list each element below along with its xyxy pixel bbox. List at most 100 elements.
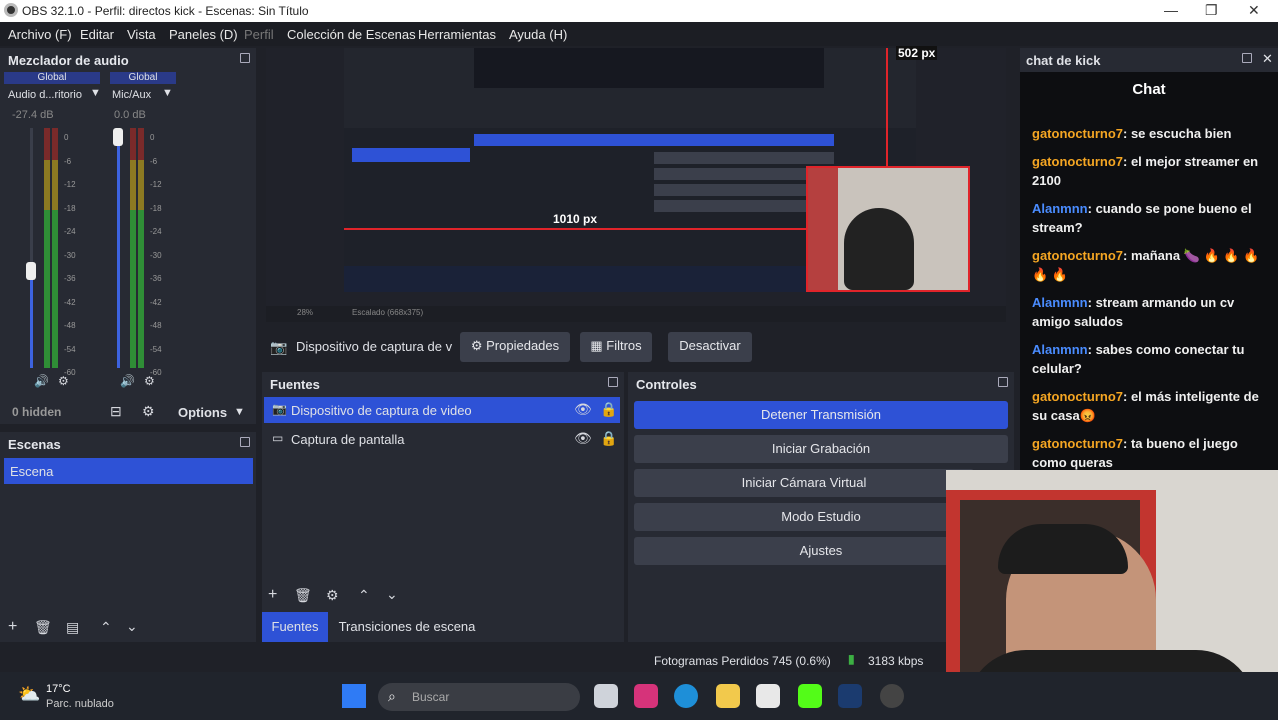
close-icon[interactable]: ✕ (1248, 2, 1260, 19)
tab-sources[interactable]: Fuentes (262, 612, 328, 642)
stop-stream-button[interactable]: Detener Transmisión (634, 401, 1008, 429)
menu-ayuda[interactable]: Ayuda (H) (509, 27, 567, 42)
chat-message: gatonocturno7: mañana 🍆 🔥 🔥 🔥 🔥 🔥 (1032, 248, 1260, 282)
edge-icon[interactable] (674, 684, 698, 708)
arrow-up-icon[interactable]: ⌃ (100, 619, 112, 636)
menu-archivo[interactable]: Archivo (F) (8, 27, 72, 42)
weather-icon: ⛅ (18, 684, 41, 704)
channel-name: Audio d...ritorio (8, 89, 82, 101)
camera-icon: 📷 (272, 402, 287, 416)
undock-icon[interactable] (998, 377, 1008, 387)
maximize-icon[interactable]: ❐ (1205, 2, 1218, 19)
scenes-title: Escenas (8, 437, 61, 452)
arrow-up-icon[interactable]: ⌃ (358, 587, 370, 604)
instagram-icon[interactable] (634, 684, 658, 708)
preview-area[interactable]: 502 px 1010 px 28% Escalado (668x375) (266, 46, 1006, 322)
volume-fader-handle[interactable] (113, 128, 123, 146)
tab-transitions[interactable]: Transiciones de escena (332, 612, 482, 642)
windows-start-icon[interactable] (342, 684, 366, 708)
source-item[interactable]: 📷 Dispositivo de captura de video 👁 🔒 (264, 397, 620, 423)
volume-fader-track[interactable] (117, 128, 120, 368)
arrow-down-icon[interactable]: ⌄ (126, 618, 138, 635)
add-icon[interactable]: + (8, 618, 17, 636)
sources-panel: Fuentes 📷 Dispositivo de captura de vide… (262, 372, 624, 642)
speaker-icon[interactable]: 🔊 (120, 374, 135, 388)
menu-herramientas[interactable]: Herramientas (418, 27, 496, 42)
settings-icon[interactable]: ⚙ (144, 374, 155, 388)
menu-perfil[interactable]: Perfil (244, 27, 274, 42)
layout-icon[interactable]: ⊟ (110, 403, 122, 420)
properties-button[interactable]: ⚙ Propiedades (460, 332, 570, 362)
store-icon[interactable] (756, 684, 780, 708)
signal-icon: ▮ (848, 652, 855, 666)
steam-icon[interactable] (838, 684, 862, 708)
source-toolbar: 📷 Dispositivo de captura de v ⚙ Propieda… (262, 330, 1014, 364)
search-box[interactable]: ⌕ Buscar (378, 683, 580, 711)
chevron-down-icon[interactable]: ▼ (234, 406, 245, 418)
menu-editar[interactable]: Editar (80, 27, 114, 42)
preview-label-height: 502 px (896, 46, 938, 60)
zoom-level: 28% (297, 308, 314, 317)
settings-icon[interactable]: ⚙ (58, 374, 69, 388)
menu-paneles[interactable]: Paneles (D) (169, 27, 238, 42)
status-bar: Fotogramas Perdidos 745 (0.6%) ▮ 3183 kb… (0, 648, 1020, 672)
audio-meter (52, 128, 58, 368)
obs-logo-icon (4, 3, 18, 17)
chevron-down-icon[interactable]: ▼ (162, 87, 173, 99)
start-recording-button[interactable]: Iniciar Grabación (634, 435, 1008, 463)
menu-bar: Archivo (F) Editar Vista Paneles (D) Per… (0, 22, 1278, 46)
filters-button[interactable]: ▦ Filtros (580, 332, 652, 362)
scene-item[interactable]: Escena (4, 458, 253, 484)
chat-message: Alanmnn: cuando se pone bueno el stream? (1032, 201, 1252, 235)
file-explorer-icon[interactable] (716, 684, 740, 708)
weather-temp: 17°C (46, 683, 71, 695)
menu-coleccion[interactable]: Colección de Escenas (287, 27, 416, 42)
audio-mixer-title: Mezclador de audio (8, 53, 129, 68)
arrow-down-icon[interactable]: ⌄ (386, 586, 398, 603)
filter-icon[interactable]: ▤ (66, 619, 79, 636)
chat-message: Alanmnn: sabes como conectar tu celular? (1032, 342, 1245, 376)
chat-message: gatonocturno7: ta bueno el juego como qu… (1032, 436, 1238, 470)
trash-icon[interactable]: 🗑 (34, 619, 52, 636)
lock-icon[interactable]: 🔒 (600, 401, 617, 418)
preview-label-width: 1010 px (553, 212, 598, 226)
minimize-icon[interactable]: — (1164, 2, 1178, 18)
weather-desc: Parc. nublado (46, 698, 114, 710)
eye-icon[interactable]: 👁 (574, 401, 592, 418)
kick-icon[interactable] (798, 684, 822, 708)
options-button[interactable]: Options (178, 405, 227, 420)
channel-badge: Global (110, 72, 176, 84)
volume-fader-fill (30, 270, 33, 368)
gear-icon[interactable]: ⚙ (142, 403, 155, 420)
add-icon[interactable]: + (268, 586, 277, 604)
webcam-preview[interactable] (806, 166, 970, 292)
close-icon[interactable]: ✕ (1262, 51, 1273, 67)
source-item[interactable]: ▭ Captura de pantalla 👁 🔒 (264, 426, 620, 452)
obs-taskbar-icon[interactable] (880, 684, 904, 708)
undock-icon[interactable] (240, 53, 250, 63)
volume-fader-handle[interactable] (26, 262, 36, 280)
speaker-icon[interactable]: 🔊 (34, 374, 49, 388)
chat-title: Chat (1132, 81, 1166, 98)
search-placeholder: Buscar (412, 690, 450, 704)
chevron-down-icon[interactable]: ▼ (90, 87, 101, 99)
chat-dock-header: chat de kick ✕ (1020, 48, 1278, 72)
gear-icon[interactable]: ⚙ (326, 587, 339, 604)
trash-icon[interactable]: 🗑 (294, 587, 312, 604)
eye-icon[interactable]: 👁 (574, 430, 592, 447)
channel-db: 0.0 dB (114, 109, 146, 121)
lock-icon[interactable]: 🔒 (600, 430, 617, 447)
audio-mixer-panel: Mezclador de audio Global Global Audio d… (0, 48, 256, 424)
scale-label: Escalado (668x375) (352, 308, 424, 317)
chat-dock-title: chat de kick (1026, 53, 1101, 68)
undock-icon[interactable] (608, 377, 618, 387)
virtual-camera-button[interactable]: Iniciar Cámara Virtual (634, 469, 974, 497)
undock-icon[interactable] (1242, 53, 1252, 63)
undock-icon[interactable] (240, 437, 250, 447)
task-view-icon[interactable] (594, 684, 618, 708)
menu-vista[interactable]: Vista (127, 27, 156, 42)
window-title: OBS 32.1.0 - Perfil: directos kick - Esc… (22, 4, 309, 18)
deactivate-button[interactable]: Desactivar (668, 332, 752, 362)
meter-scale: 0 -6 -12 -18 -24 -30 -36 -42 -48 -54 -60 (64, 133, 76, 377)
search-icon: ⌕ (388, 688, 396, 704)
